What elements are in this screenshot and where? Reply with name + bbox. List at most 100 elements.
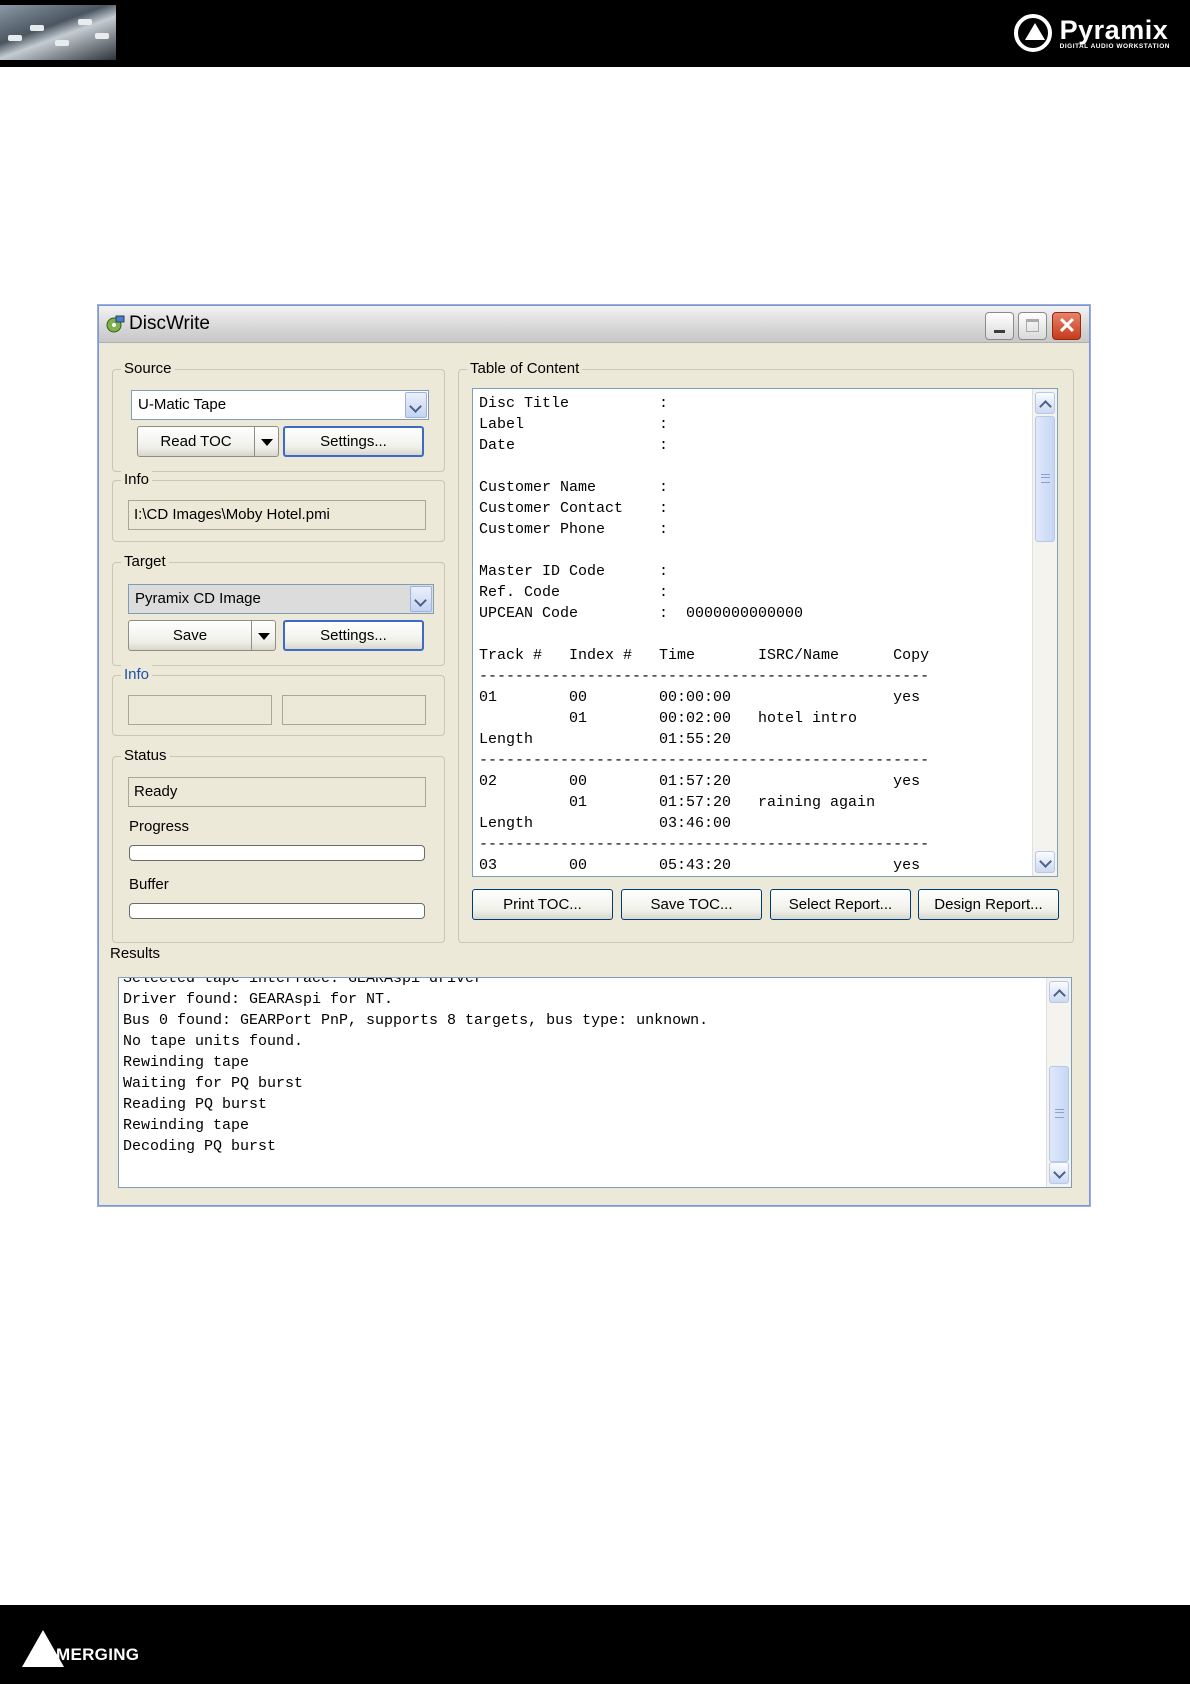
buffer-bar [129, 903, 425, 919]
toc-line: Customer Contact : [479, 500, 669, 517]
results-line: Decoding PQ burst [123, 1138, 277, 1155]
results-textbox[interactable]: Selected tape interface: GEARAspi driver… [118, 977, 1072, 1188]
target-info-field-right [282, 695, 426, 725]
results-line: Waiting for PQ burst [123, 1075, 304, 1092]
target-group: Target Pyramix CD Image Save Settings... [112, 552, 445, 666]
toc-group: Table of Content Disc Title : Label : Date… [458, 359, 1074, 943]
minimize-button[interactable] [985, 312, 1014, 340]
close-button[interactable]: ✕ [1052, 312, 1081, 340]
grip-icon [1041, 474, 1050, 483]
toc-text: Disc Title : Label : Date : Customer Name … [479, 393, 929, 876]
toc-line: 03 00 05:43:20 yes [479, 857, 921, 874]
scroll-down-button[interactable] [1035, 851, 1055, 873]
toc-line: ----------------------------------------… [479, 836, 930, 853]
target-info-field-left [128, 695, 272, 725]
scrollbar-thumb[interactable] [1049, 1066, 1069, 1162]
toc-line: Date : [479, 437, 669, 454]
toc-line: Customer Name : [479, 479, 669, 496]
toc-line: Ref. Code : [479, 584, 669, 601]
results-line: No tape units found. [123, 1033, 304, 1050]
title-bar[interactable]: DiscWrite ✕ [99, 306, 1089, 343]
app-icon [106, 315, 125, 333]
status-group: Status Ready Progress Buffer [112, 746, 445, 943]
toc-textbox[interactable]: Disc Title : Label : Date : Customer Name … [472, 388, 1058, 877]
page-header-band: Pyramix DIGITAL AUDIO WORKSTATION [0, 0, 1190, 67]
save-dropdown[interactable] [251, 620, 276, 651]
save-button[interactable]: Save [128, 620, 252, 651]
chevron-down-icon[interactable] [410, 586, 432, 612]
source-info-group: Info I:\CD Images\Moby Hotel.pmi [112, 470, 445, 542]
status-value: Ready [128, 777, 426, 807]
pyramix-logo: Pyramix DIGITAL AUDIO WORKSTATION [1013, 13, 1170, 53]
discwrite-window: DiscWrite ✕ Source U-Matic Tape Read TOC… [98, 305, 1090, 1206]
target-info-group: Info [112, 665, 445, 736]
design-report-button[interactable]: Design Report... [918, 889, 1059, 920]
toc-line: 01 00:02:00 hotel intro [479, 710, 858, 727]
mixing-console-photo [0, 5, 116, 60]
window-title: DiscWrite [129, 313, 210, 334]
source-selected-value: U-Matic Tape [138, 396, 227, 413]
source-select[interactable]: U-Matic Tape [131, 390, 429, 420]
results-line: Driver found: GEARAspi for NT. [123, 991, 394, 1008]
toc-line: ----------------------------------------… [479, 668, 930, 685]
scroll-up-button[interactable] [1049, 981, 1069, 1003]
results-line: Rewinding tape [123, 1117, 250, 1134]
progress-label: Progress [129, 818, 190, 835]
source-file-path: I:\CD Images\Moby Hotel.pmi [128, 500, 426, 530]
maximize-button[interactable] [1018, 312, 1047, 340]
results-label: Results [110, 945, 161, 962]
scroll-down-button[interactable] [1049, 1162, 1069, 1184]
toc-scrollbar[interactable] [1032, 389, 1057, 876]
results-line: Reading PQ burst [123, 1096, 268, 1113]
toc-line: Master ID Code : [479, 563, 669, 580]
scroll-up-button[interactable] [1035, 392, 1055, 414]
scrollbar-thumb[interactable] [1035, 416, 1055, 542]
footer-brand: MERGING [56, 1645, 140, 1664]
read-toc-dropdown[interactable] [254, 426, 279, 457]
results-scrollbar[interactable] [1046, 978, 1071, 1187]
source-legend: Source [121, 359, 175, 379]
brand-subtitle: DIGITAL AUDIO WORKSTATION [1059, 42, 1170, 50]
grip-icon [1055, 1109, 1064, 1118]
source-group: Source U-Matic Tape Read TOC Settings... [112, 359, 445, 472]
target-info-legend: Info [121, 665, 153, 685]
status-legend: Status [121, 746, 170, 766]
toc-line: Length 03:46:00 [479, 815, 732, 832]
brand-name: Pyramix [1059, 14, 1169, 45]
toc-line: UPCEAN Code : 0000000000000 [479, 605, 804, 622]
page-footer-band: MERGING [0, 1605, 1190, 1684]
toc-line: Customer Phone : [479, 521, 669, 538]
toc-line [479, 456, 929, 477]
toc-line: Disc Title : [479, 395, 669, 412]
target-select[interactable]: Pyramix CD Image [128, 584, 434, 614]
toc-line: 02 00 01:57:20 yes [479, 773, 921, 790]
chevron-down-icon[interactable] [405, 392, 427, 418]
target-selected-value: Pyramix CD Image [135, 590, 261, 607]
source-settings-button[interactable]: Settings... [283, 426, 424, 457]
results-line: Rewinding tape [123, 1054, 250, 1071]
buffer-label: Buffer [129, 876, 169, 893]
toc-line: 01 00 00:00:00 yes [479, 689, 921, 706]
toc-line: Label : [479, 416, 669, 433]
close-icon: ✕ [1057, 313, 1077, 338]
toc-line: Length 01:55:20 [479, 731, 732, 748]
minimize-icon [994, 330, 1005, 333]
toc-legend: Table of Content [467, 359, 583, 379]
toc-line [479, 540, 929, 561]
results-line: Selected tape interface: GEARAspi driver [123, 977, 484, 987]
source-info-legend: Info [121, 470, 153, 490]
merging-logo: MERGING [22, 1627, 139, 1667]
progress-bar [129, 845, 425, 861]
target-legend: Target [121, 552, 169, 572]
toc-line: 01 01:57:20 raining again [479, 794, 876, 811]
maximize-icon [1026, 319, 1039, 332]
toc-line: ----------------------------------------… [479, 752, 930, 769]
save-toc-button[interactable]: Save TOC... [621, 889, 762, 920]
toc-line: Track # Index # Time ISRC/Name Copy [479, 647, 930, 664]
print-toc-button[interactable]: Print TOC... [472, 889, 613, 920]
read-toc-button[interactable]: Read TOC [137, 426, 255, 457]
toc-line [479, 624, 929, 645]
select-report-button[interactable]: Select Report... [770, 889, 911, 920]
target-settings-button[interactable]: Settings... [283, 620, 424, 651]
results-line: Bus 0 found: GEARPort PnP, supports 8 ta… [123, 1012, 709, 1029]
